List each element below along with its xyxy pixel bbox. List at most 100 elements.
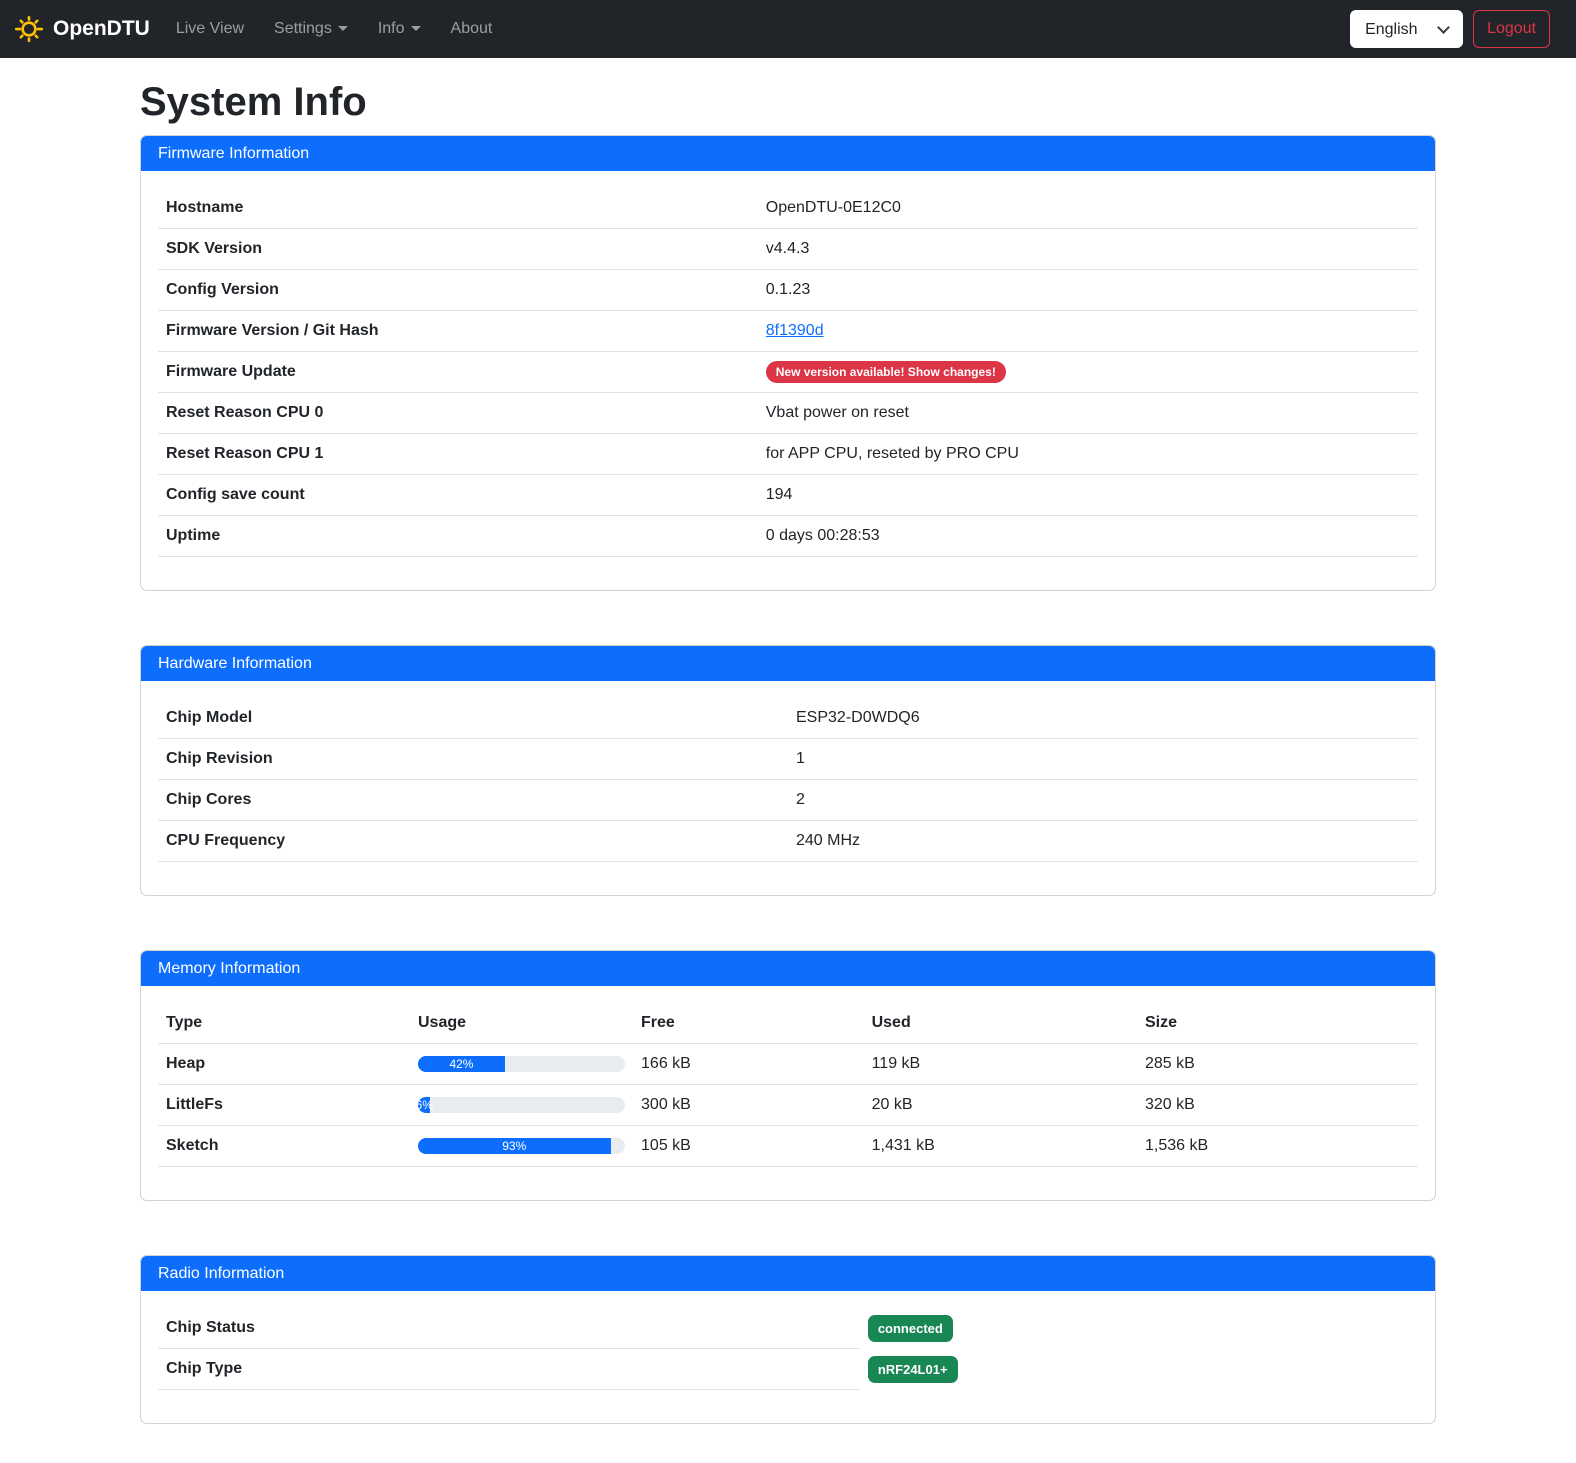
table-row: Chip Model ESP32-D0WDQ6 — [158, 698, 1418, 739]
table-row: Reset Reason CPU 0 Vbat power on reset — [158, 393, 1418, 434]
row-value: nRF24L01+ — [860, 1349, 1418, 1390]
row-value: New version available! Show changes! — [758, 352, 1418, 393]
free-value: 166 kB — [633, 1044, 864, 1085]
memory-type: LittleFs — [158, 1085, 410, 1126]
hardware-card-header: Hardware Information — [141, 646, 1435, 681]
row-value: connected — [860, 1308, 1418, 1349]
row-label: SDK Version — [158, 229, 758, 270]
row-value: 2 — [788, 780, 1418, 821]
row-label: Reset Reason CPU 0 — [158, 393, 758, 434]
nav-item-about[interactable]: About — [443, 12, 501, 46]
row-value: Vbat power on reset — [758, 393, 1418, 434]
usage-cell: 93% — [410, 1126, 633, 1167]
row-label: Hostname — [158, 188, 758, 229]
row-value: 0 days 00:28:53 — [758, 516, 1418, 557]
table-row: SDK Version v4.4.3 — [158, 229, 1418, 270]
column-header-used: Used — [864, 1003, 1137, 1044]
table-row: Sketch 93% 105 kB 1,431 kB 1,536 kB — [158, 1126, 1418, 1167]
navbar: OpenDTU Live View Settings Info About En… — [0, 0, 1576, 58]
memory-information-card: Memory Information Type Usage Free Used … — [140, 950, 1436, 1201]
brand-label: OpenDTU — [53, 17, 150, 41]
table-row: CPU Frequency 240 MHz — [158, 821, 1418, 862]
table-row: LittleFs 6% 300 kB 20 kB 320 kB — [158, 1085, 1418, 1126]
row-value: 240 MHz — [788, 821, 1418, 862]
firmware-table: Hostname OpenDTU-0E12C0 SDK Version v4.4… — [158, 188, 1418, 557]
memory-table: Type Usage Free Used Size Heap 42% — [158, 1003, 1418, 1167]
table-row: Firmware Version / Git Hash 8f1390d — [158, 311, 1418, 352]
table-row: Firmware Update New version available! S… — [158, 352, 1418, 393]
row-label: Config Version — [158, 270, 758, 311]
hardware-information-card: Hardware Information Chip Model ESP32-D0… — [140, 645, 1436, 896]
navbar-right: English Logout — [1350, 10, 1550, 48]
size-value: 1,536 kB — [1137, 1126, 1418, 1167]
row-label: CPU Frequency — [158, 821, 788, 862]
firmware-card-header: Firmware Information — [141, 136, 1435, 171]
row-label: Chip Model — [158, 698, 788, 739]
sun-icon — [14, 14, 44, 44]
row-value: 0.1.23 — [758, 270, 1418, 311]
littlefs-progress-bar: 6% — [418, 1097, 625, 1113]
memory-card-body: Type Usage Free Used Size Heap 42% — [141, 986, 1435, 1200]
row-value: 194 — [758, 475, 1418, 516]
firmware-card-body: Hostname OpenDTU-0E12C0 SDK Version v4.4… — [141, 171, 1435, 590]
memory-card-header: Memory Information — [141, 951, 1435, 986]
row-value: for APP CPU, reseted by PRO CPU — [758, 434, 1418, 475]
table-row: Config save count 194 — [158, 475, 1418, 516]
table-header-row: Type Usage Free Used Size — [158, 1003, 1418, 1044]
table-row: Chip Revision 1 — [158, 739, 1418, 780]
table-row: Chip Type nRF24L01+ — [158, 1349, 1418, 1390]
table-row: Config Version 0.1.23 — [158, 270, 1418, 311]
table-row: Uptime 0 days 00:28:53 — [158, 516, 1418, 557]
git-hash-link[interactable]: 8f1390d — [766, 322, 824, 339]
chevron-down-icon — [338, 26, 348, 31]
row-label: Chip Type — [158, 1349, 860, 1390]
row-value: 8f1390d — [758, 311, 1418, 352]
column-header-free: Free — [633, 1003, 864, 1044]
brand-link[interactable]: OpenDTU — [14, 14, 150, 44]
usage-cell: 42% — [410, 1044, 633, 1085]
hardware-card-body: Chip Model ESP32-D0WDQ6 Chip Revision 1 … — [141, 681, 1435, 895]
nav-item-info[interactable]: Info — [370, 12, 429, 46]
row-label: Reset Reason CPU 1 — [158, 434, 758, 475]
table-row: Hostname OpenDTU-0E12C0 — [158, 188, 1418, 229]
table-row: Chip Cores 2 — [158, 780, 1418, 821]
language-select-wrap: English — [1350, 10, 1463, 48]
used-value: 119 kB — [864, 1044, 1137, 1085]
hardware-table: Chip Model ESP32-D0WDQ6 Chip Revision 1 … — [158, 698, 1418, 862]
firmware-update-badge[interactable]: New version available! Show changes! — [766, 361, 1006, 383]
main-content: System Info Firmware Information Hostnam… — [128, 80, 1448, 1424]
row-label: Firmware Update — [158, 352, 758, 393]
row-label: Chip Cores — [158, 780, 788, 821]
page-title: System Info — [140, 80, 1436, 125]
radio-table: Chip Status connected Chip Type nRF24L01… — [158, 1308, 1418, 1390]
radio-card-header: Radio Information — [141, 1256, 1435, 1291]
heap-progress-bar: 42% — [418, 1056, 625, 1072]
logout-button[interactable]: Logout — [1473, 10, 1550, 48]
language-select[interactable]: English — [1350, 10, 1463, 48]
radio-information-card: Radio Information Chip Status connected … — [140, 1255, 1436, 1424]
row-value: OpenDTU-0E12C0 — [758, 188, 1418, 229]
used-value: 20 kB — [864, 1085, 1137, 1126]
row-label: Chip Revision — [158, 739, 788, 780]
sketch-progress-bar: 93% — [418, 1138, 625, 1154]
progress-label: 6% — [416, 1093, 433, 1117]
nav-links: Live View Settings Info About — [168, 12, 1350, 46]
size-value: 320 kB — [1137, 1085, 1418, 1126]
nav-item-settings[interactable]: Settings — [266, 12, 356, 46]
row-value: 1 — [788, 739, 1418, 780]
chevron-down-icon — [411, 26, 421, 31]
used-value: 1,431 kB — [864, 1126, 1137, 1167]
nav-item-live-view[interactable]: Live View — [168, 12, 252, 46]
usage-cell: 6% — [410, 1085, 633, 1126]
memory-type: Sketch — [158, 1126, 410, 1167]
column-header-type: Type — [158, 1003, 410, 1044]
table-row: Chip Status connected — [158, 1308, 1418, 1349]
row-value: ESP32-D0WDQ6 — [788, 698, 1418, 739]
table-row: Heap 42% 166 kB 119 kB 285 kB — [158, 1044, 1418, 1085]
row-value: v4.4.3 — [758, 229, 1418, 270]
row-label: Config save count — [158, 475, 758, 516]
memory-type: Heap — [158, 1044, 410, 1085]
size-value: 285 kB — [1137, 1044, 1418, 1085]
row-label: Chip Status — [158, 1308, 860, 1349]
radio-card-body: Chip Status connected Chip Type nRF24L01… — [141, 1291, 1435, 1423]
